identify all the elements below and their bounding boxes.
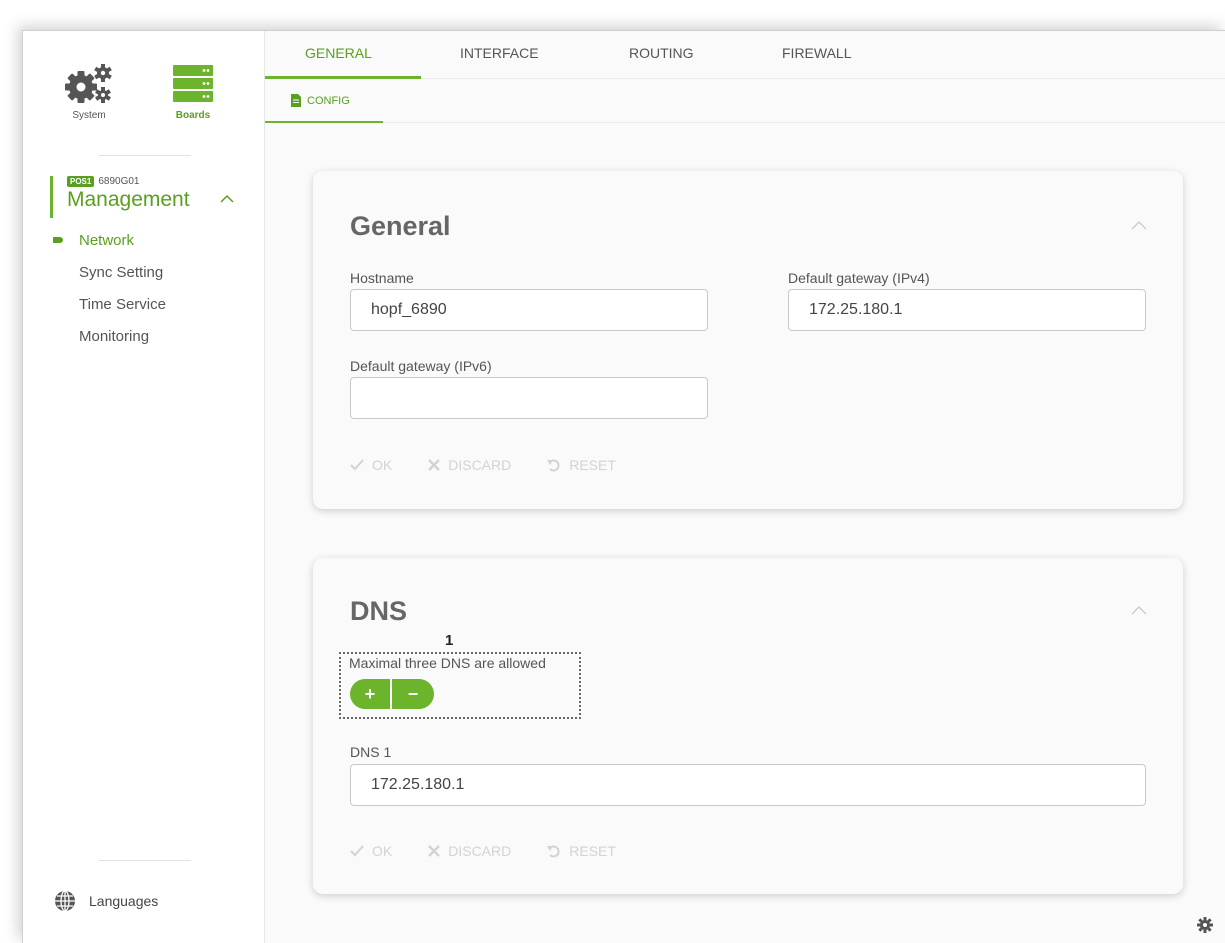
divider	[99, 155, 191, 156]
dns-limit-note: Maximal three DNS are allowed	[349, 655, 546, 671]
remove-dns-button[interactable]: −	[392, 679, 434, 709]
boards-nav-button[interactable]: Boards	[169, 61, 217, 121]
sidebar-item-monitoring[interactable]: Monitoring	[79, 328, 166, 360]
ok-label: OK	[372, 457, 393, 473]
close-icon	[428, 845, 441, 857]
undo-icon	[547, 845, 560, 858]
dns1-input[interactable]: 172.25.180.1	[350, 764, 1146, 806]
add-dns-button[interactable]: +	[350, 679, 392, 709]
ok-label: OK	[372, 843, 393, 859]
discard-button[interactable]: DISCARD	[428, 843, 511, 859]
sidebar-item-label: Time Service	[79, 296, 166, 313]
sidebar-item-label: Sync Setting	[79, 264, 164, 281]
languages-label: Languages	[89, 893, 159, 909]
general-card: General Hostname hopf_6890 Default gatew…	[313, 171, 1183, 509]
server-rack-icon	[173, 65, 213, 102]
general-title: General	[350, 211, 451, 241]
settings-gear-icon[interactable]	[1197, 917, 1213, 933]
gateway-ipv4-input[interactable]: 172.25.180.1	[788, 289, 1146, 331]
sub-tabs: CONFIG	[265, 79, 1225, 123]
dns-card: DNS 1 Maximal three DNS are allowed + − …	[313, 558, 1183, 894]
check-icon	[350, 845, 364, 857]
chevron-up-icon[interactable]	[1131, 602, 1147, 618]
dns1-label: DNS 1	[350, 744, 392, 760]
discard-button[interactable]: DISCARD	[428, 457, 511, 473]
system-label: System	[72, 110, 106, 121]
hostname-label: Hostname	[350, 270, 414, 286]
reset-label: RESET	[569, 457, 616, 473]
app-window: System Boards POS1 6890G01 Management Ne…	[22, 30, 1225, 943]
dns-add-remove-group: + −	[350, 679, 434, 709]
sidebar-menu: Network Sync Setting Time Service Monito…	[53, 232, 166, 360]
general-actions: OK DISCARD RESET	[350, 457, 616, 473]
check-icon	[350, 459, 364, 471]
device-id: 6890G01	[98, 176, 140, 187]
sidebar-item-label: Monitoring	[79, 328, 150, 345]
dns-title: DNS	[350, 596, 408, 626]
sidebar-item-sync-setting[interactable]: Sync Setting	[79, 264, 166, 296]
gateway-ipv4-label: Default gateway (IPv4)	[788, 270, 930, 286]
reset-button[interactable]: RESET	[547, 843, 616, 859]
tab-config[interactable]: CONFIG	[291, 94, 350, 107]
main-tabs: GENERAL INTERFACE ROUTING FIREWALL	[265, 31, 1225, 79]
boards-label: Boards	[175, 110, 211, 121]
languages-button[interactable]: Languages	[53, 889, 158, 913]
ok-button[interactable]: OK	[350, 843, 392, 859]
device-badge: POS1	[67, 176, 95, 187]
globe-icon	[55, 890, 75, 912]
tab-interface[interactable]: INTERFACE	[460, 45, 539, 61]
undo-icon	[547, 459, 560, 472]
sidebar-item-time-service[interactable]: Time Service	[79, 296, 166, 328]
discard-label: DISCARD	[448, 457, 512, 473]
tab-firewall[interactable]: FIREWALL	[782, 45, 852, 61]
document-icon	[291, 94, 301, 107]
reset-label: RESET	[569, 843, 616, 859]
ok-button[interactable]: OK	[350, 457, 392, 473]
sidebar-item-label: Network	[79, 232, 135, 249]
gears-icon	[65, 64, 112, 103]
divider	[99, 860, 191, 861]
close-icon	[428, 459, 441, 471]
chevron-up-icon[interactable]	[220, 194, 234, 204]
sidebar-item-network[interactable]: Network	[53, 232, 166, 264]
device-info: POS1 6890G01	[67, 176, 250, 187]
gateway-ipv6-label: Default gateway (IPv6)	[350, 358, 492, 374]
tab-config-label: CONFIG	[307, 94, 350, 107]
active-subtab-indicator	[265, 121, 383, 123]
reset-button[interactable]: RESET	[547, 457, 616, 473]
callout-number: 1	[445, 632, 454, 649]
tab-general[interactable]: GENERAL	[305, 45, 372, 61]
tab-routing[interactable]: ROUTING	[629, 45, 694, 61]
system-nav-button[interactable]: System	[59, 61, 119, 121]
gateway-ipv6-input[interactable]	[350, 377, 708, 419]
active-arrow-icon	[53, 237, 63, 243]
hostname-input[interactable]: hopf_6890	[350, 289, 708, 331]
sidebar: System Boards POS1 6890G01 Management Ne…	[23, 31, 265, 943]
chevron-up-icon[interactable]	[1131, 217, 1147, 233]
dns-actions: OK DISCARD RESET	[350, 843, 616, 859]
discard-label: DISCARD	[448, 843, 512, 859]
